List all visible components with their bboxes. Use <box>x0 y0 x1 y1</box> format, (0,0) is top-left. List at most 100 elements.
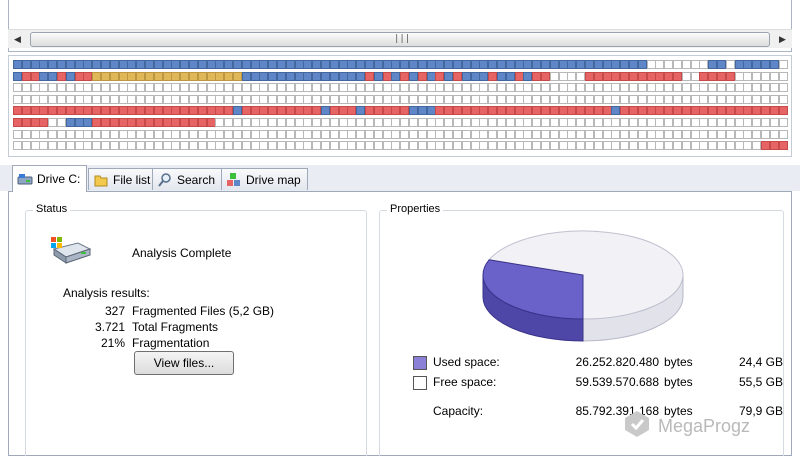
block-cell <box>602 94 612 104</box>
block-cell <box>197 83 207 93</box>
block-cell <box>743 94 753 104</box>
block-cell <box>215 106 225 116</box>
block-cell <box>664 129 674 139</box>
block-cell <box>356 60 366 69</box>
block-cell <box>549 141 559 151</box>
block-cell <box>171 94 181 104</box>
block-cell <box>259 129 269 139</box>
block-cell <box>189 118 198 127</box>
block-cell <box>611 106 621 116</box>
block-cell <box>136 106 146 116</box>
free-space-bytes: 59.539.570.688 <box>575 375 659 389</box>
block-cell <box>329 94 339 104</box>
block-cell <box>611 118 621 127</box>
block-cell <box>338 83 348 93</box>
block-cell <box>48 129 58 139</box>
block-cell <box>602 118 612 127</box>
tab-drive-map[interactable]: Drive map <box>221 168 308 190</box>
block-cell <box>145 71 154 81</box>
block-cell <box>602 141 612 151</box>
block-cell <box>74 141 84 151</box>
block-cell <box>664 106 674 116</box>
block-cell <box>664 60 674 69</box>
block-cell <box>92 141 102 151</box>
chevron-right-icon[interactable]: ▶ <box>775 32 790 47</box>
block-cell <box>426 83 436 93</box>
block-cell <box>435 118 445 127</box>
block-cell <box>435 94 445 104</box>
tab-drive-c[interactable]: Drive C: <box>12 165 88 192</box>
block-cell <box>769 60 779 69</box>
block-cell <box>470 141 480 151</box>
block-cell <box>180 71 190 81</box>
block-cell <box>637 141 647 151</box>
block-cell <box>294 60 304 69</box>
block-cell <box>21 94 31 104</box>
block-cell <box>13 60 22 69</box>
block-cell <box>215 129 225 139</box>
block-cell <box>611 94 621 104</box>
block-cell <box>646 94 656 104</box>
block-cell <box>461 71 471 81</box>
horizontal-scrollbar[interactable]: ◀ ||| ▶ <box>8 29 792 48</box>
block-cell <box>673 60 682 69</box>
block-cell <box>57 129 66 139</box>
block-cell <box>769 129 779 139</box>
block-cell <box>620 141 630 151</box>
block-cell <box>145 60 154 69</box>
block-cell <box>57 83 66 93</box>
block-cell <box>400 141 410 151</box>
block-cell <box>488 71 498 81</box>
tab-search[interactable]: Search <box>152 168 223 190</box>
block-cell <box>593 94 603 104</box>
block-cell <box>637 71 647 81</box>
block-cell <box>717 118 726 127</box>
block-cell <box>637 83 647 93</box>
block-cell <box>585 106 594 116</box>
block-cell <box>215 60 225 69</box>
block-cell <box>523 94 533 104</box>
block-cell <box>13 83 22 93</box>
view-files-button[interactable]: View files... <box>134 351 234 375</box>
block-cell <box>453 129 462 139</box>
block-cell <box>136 118 146 127</box>
block-cell <box>338 60 348 69</box>
free-space-swatch <box>413 376 427 390</box>
block-cell <box>39 129 49 139</box>
block-cell <box>778 60 788 69</box>
block-cell <box>312 141 322 151</box>
block-cell <box>699 83 709 93</box>
block-cell <box>488 118 498 127</box>
block-cell <box>365 106 374 116</box>
block-cell <box>171 60 181 69</box>
tab-file-list[interactable]: File list <box>88 168 158 190</box>
block-cell <box>224 71 234 81</box>
block-cell <box>250 71 260 81</box>
block-cell <box>514 118 524 127</box>
block-cell <box>488 94 498 104</box>
block-cell <box>717 71 726 81</box>
block-cell <box>356 118 366 127</box>
block-cell <box>444 71 454 81</box>
block-cell <box>92 94 102 104</box>
scrollbar-thumb[interactable]: ||| <box>30 32 770 47</box>
block-cell <box>268 83 278 93</box>
block-cell <box>294 141 304 151</box>
block-cell <box>206 106 216 116</box>
block-cell <box>347 60 357 69</box>
block-cell <box>321 94 330 104</box>
block-cell <box>162 118 172 127</box>
block-cell <box>74 118 84 127</box>
chevron-left-icon[interactable]: ◀ <box>10 32 25 47</box>
block-cell <box>532 141 542 151</box>
block-cell <box>162 129 172 139</box>
block-cell <box>409 106 418 116</box>
block-cell <box>65 60 75 69</box>
block-cell <box>708 129 718 139</box>
block-cell <box>171 129 181 139</box>
block-cell <box>145 94 154 104</box>
block-cell <box>585 94 594 104</box>
block-cell <box>206 94 216 104</box>
block-cell <box>497 83 506 93</box>
block-cell <box>250 83 260 93</box>
